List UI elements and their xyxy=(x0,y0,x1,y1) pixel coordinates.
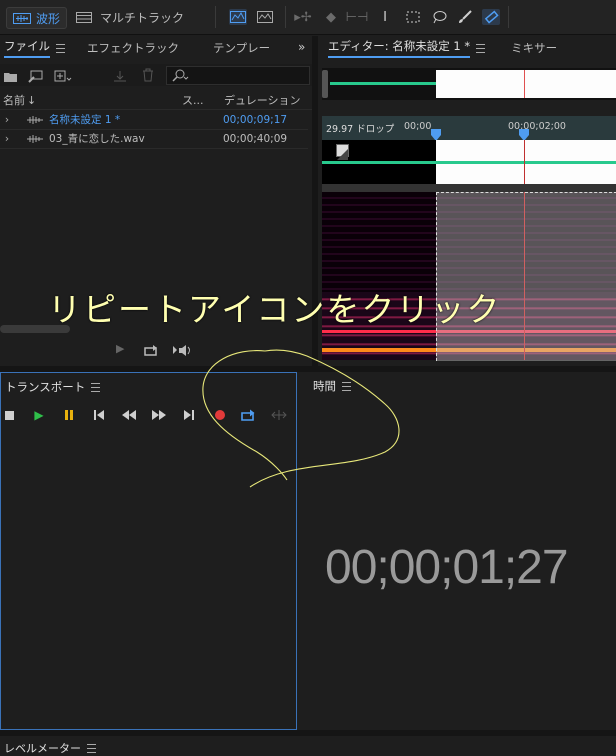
time-selection-tool-icon[interactable]: I xyxy=(376,9,394,25)
skip-back-icon xyxy=(94,410,104,420)
skip-forward-icon xyxy=(184,410,194,420)
brush-tool-icon[interactable] xyxy=(456,9,474,25)
waveform-file-icon xyxy=(27,115,43,124)
file-name: 03_青に恋した.wav xyxy=(49,133,145,145)
column-duration[interactable]: デュレーション xyxy=(224,92,301,108)
insert-into-multitrack-icon xyxy=(112,68,128,87)
new-file-dropdown-icon[interactable] xyxy=(54,68,72,87)
search-input[interactable] xyxy=(166,66,310,85)
tab-files[interactable]: ファイル xyxy=(4,38,50,58)
overview-navigator[interactable] xyxy=(322,68,616,100)
panel-menu-icon[interactable] xyxy=(56,43,65,53)
expand-chevron-icon[interactable]: › xyxy=(0,133,14,145)
trash-icon xyxy=(142,67,154,86)
timeline-ruler[interactable]: 29.97 ドロップ 00;00 00;00;02;00 xyxy=(322,116,616,141)
playhead-line xyxy=(524,140,525,184)
files-toolbar xyxy=(0,64,312,86)
preview-play-icon[interactable]: ▶ xyxy=(116,342,124,355)
play-button[interactable]: ▶ xyxy=(30,406,48,424)
file-duration: 00;00;40;09 xyxy=(223,132,288,145)
waveform-file-icon xyxy=(27,134,43,143)
spot-healing-tool-icon[interactable] xyxy=(482,9,500,25)
preview-autoplay-icon[interactable] xyxy=(172,342,192,361)
spectral-playhead xyxy=(524,192,525,360)
timecode-format[interactable]: 29.97 ドロップ xyxy=(326,121,394,135)
annotation-caption: リピートアイコンをクリック xyxy=(48,290,502,329)
transport-title: トランスポート xyxy=(5,380,86,394)
stop-button[interactable] xyxy=(0,406,18,424)
toolbar-divider xyxy=(508,6,509,28)
spectral-selection[interactable] xyxy=(436,192,616,361)
selection-start-marker[interactable] xyxy=(431,126,441,141)
annotation-circle xyxy=(202,349,400,488)
ruler-label-start: 00;00 xyxy=(404,121,432,132)
level-meter-header: レベルメーター xyxy=(4,740,96,756)
overview-playhead xyxy=(524,70,525,98)
fast-forward-button[interactable] xyxy=(150,406,168,424)
waveform-line xyxy=(322,161,616,164)
column-name[interactable]: 名前 ↓ xyxy=(3,92,36,108)
overview-waveform xyxy=(330,82,438,85)
import-file-icon[interactable] xyxy=(28,68,44,87)
waveform-view-label: 波形 xyxy=(36,11,61,26)
file-duration: 00;00;09;17 xyxy=(223,113,288,126)
level-meter-title: レベルメーター xyxy=(4,742,81,755)
file-name: 名称未設定 1 * xyxy=(49,114,121,126)
track-divider xyxy=(322,184,616,192)
preview-loop-icon[interactable] xyxy=(144,342,160,361)
file-row[interactable]: › 03_青に恋した.wav 00;00;40;09 xyxy=(0,129,308,149)
toolbar-divider xyxy=(285,6,286,28)
expand-chevron-icon[interactable]: › xyxy=(0,114,14,126)
panel-overflow-icon[interactable]: » xyxy=(298,40,305,54)
multitrack-view-icon xyxy=(76,11,92,23)
spectral-display[interactable] xyxy=(322,192,616,361)
stop-icon xyxy=(4,410,14,420)
waveform-view-button[interactable]: 波形 xyxy=(6,7,68,29)
toolbar-divider xyxy=(215,6,216,28)
top-toolbar: 波形 マルチトラック ▸✢ ◆ ⊢⊣ I xyxy=(0,0,616,35)
slip-tool-icon: ⊢⊣ xyxy=(345,9,369,25)
tab-mixer[interactable]: ミキサー xyxy=(511,40,557,56)
multitrack-view-button[interactable]: マルチトラック xyxy=(76,7,184,27)
razor-tool-icon: ◆ xyxy=(326,9,336,25)
waveform-view-icon xyxy=(13,12,31,24)
lasso-tool-icon[interactable] xyxy=(430,9,448,25)
rewind-icon xyxy=(122,410,136,420)
move-tool-icon: ▸✢ xyxy=(294,9,312,25)
file-row[interactable]: › 名称未設定 1 * 00;00;09;17 xyxy=(0,110,308,130)
pause-icon xyxy=(65,410,73,420)
fast-forward-icon xyxy=(152,410,166,420)
open-folder-icon[interactable] xyxy=(3,68,19,87)
column-status[interactable]: ス... xyxy=(182,92,204,108)
spectral-frequency-icon[interactable] xyxy=(229,9,247,25)
panel-menu-icon[interactable] xyxy=(87,743,96,753)
pause-button[interactable] xyxy=(60,406,78,424)
current-time-display[interactable]: 00;00;01;27 xyxy=(325,540,569,595)
waveform-track[interactable] xyxy=(322,140,616,184)
go-to-start-button[interactable] xyxy=(90,406,108,424)
transport-panel-header: トランスポート xyxy=(5,375,101,399)
level-meter-panel: レベルメーター xyxy=(0,736,616,755)
overview-left-handle[interactable] xyxy=(322,70,328,98)
playhead-marker[interactable] xyxy=(519,126,529,141)
overview-visible-range[interactable] xyxy=(436,70,616,98)
tab-effects-rack[interactable]: エフェクトラック xyxy=(87,40,179,56)
tab-templates[interactable]: テンプレー xyxy=(213,40,270,56)
files-panel-header: ファイル エフェクトラック テンプレー xyxy=(4,36,304,60)
editor-panel-header: エディター: 名称未設定 1 * ミキサー xyxy=(328,36,557,60)
panel-menu-icon[interactable] xyxy=(91,382,101,392)
multitrack-view-label: マルチトラック xyxy=(100,10,185,25)
search-icon xyxy=(172,69,189,82)
spectral-pitch-icon[interactable] xyxy=(256,9,274,25)
channel-toggle-icon[interactable] xyxy=(336,144,349,160)
panel-menu-icon[interactable] xyxy=(476,43,486,53)
rewind-button[interactable] xyxy=(120,406,138,424)
ruler-label-mid: 00;00;02;00 xyxy=(508,121,566,132)
marquee-tool-icon[interactable] xyxy=(404,9,422,25)
play-icon: ▶ xyxy=(34,408,44,422)
tab-editor[interactable]: エディター: 名称未設定 1 * xyxy=(328,38,471,58)
files-column-header: 名前 ↓ ス... デュレーション xyxy=(0,89,312,110)
